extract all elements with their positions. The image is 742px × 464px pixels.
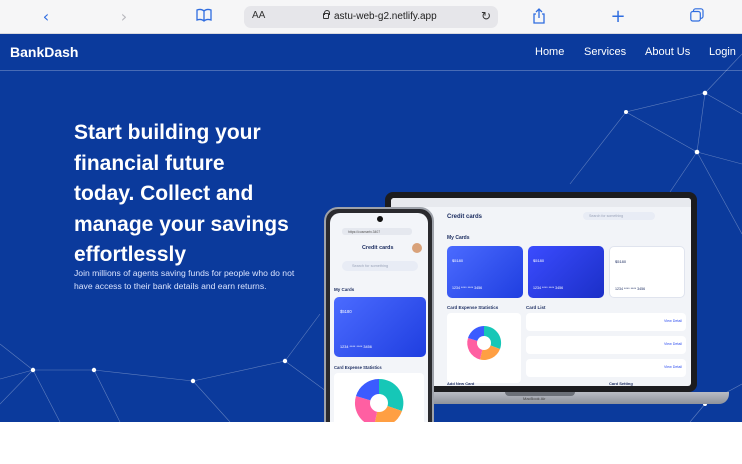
phone-avatar [412,243,422,253]
phone-pie-chart [354,378,404,422]
view-detail-link[interactable]: View Detail [664,319,682,323]
card-number: 1234 **** **** 3456 [452,286,483,290]
laptop-search: Search for something [583,212,655,220]
new-tab-icon[interactable]: + [609,8,627,26]
laptop-card-1: $5180 1234 **** **** 3456 [447,246,523,298]
laptop-card-list-row: View Detail [526,313,686,331]
headline-line: Start building your [74,121,261,144]
headline-line: manage your savings [74,212,289,236]
headline-line: today. Collect and [74,182,254,205]
phone-url-bar: https://cusmartv.3407 [342,228,412,235]
phone-camera [377,216,383,222]
card-number: 1234 **** **** 3456 [340,345,372,349]
hero-subtext: Join millions of agents saving funds for… [74,268,295,291]
nav-login[interactable]: Login [709,46,736,58]
tabs-overview-icon[interactable] [688,8,706,26]
phone-my-cards-label: My Cards [334,287,355,292]
lock-icon [323,10,330,19]
laptop-card-3: $5180 1234 **** **** 3456 [609,246,685,298]
phone-stats-title: Card Expense Statistics [334,365,382,370]
card-balance: $5180 [452,258,464,263]
headline-line: effortlessly [74,243,187,266]
card-number: 1234 **** **** 3456 [533,286,564,290]
view-detail-link[interactable]: View Detail [664,342,682,346]
hero-headline: Start building your financial future tod… [74,118,314,271]
phone-screen: https://cusmartv.3407 Credit cards Searc… [330,213,428,422]
laptop-card-list-row: View Detail [526,336,686,354]
laptop-my-cards-label: My Cards [447,235,470,241]
laptop-card-setting-title: Card Setting [609,381,633,386]
card-number: 1234 **** **** 3456 [615,287,646,291]
laptop-stats-panel [447,313,521,383]
laptop-pie-chart [467,325,502,361]
laptop-page-title: Credit cards [447,214,483,220]
phone-search: Search for something [342,261,418,271]
card-balance: $5180 [533,258,545,263]
forward-icon[interactable]: › [115,8,133,26]
laptop-card-list-title: Card List [526,305,546,310]
url-text: astu-web-g2.netlify.app [334,11,437,22]
brand-logo[interactable]: BankDash [10,44,78,60]
nav-about-us[interactable]: About Us [645,46,690,58]
site-navbar: BankDash Home Services About Us Login [0,34,742,71]
laptop-add-card-title: Add New Card [447,381,475,386]
laptop-browser-bar [391,198,691,207]
laptop-card-2: $5180 1234 **** **** 3456 [528,246,604,298]
phone-mockup: https://cusmartv.3407 Credit cards Searc… [324,207,434,422]
phone-stats-panel [334,373,424,422]
view-detail-link[interactable]: View Detail [664,365,682,369]
laptop-stats-title: Card Expense Statistics [447,305,499,310]
back-icon[interactable]: ‹ [37,8,55,26]
laptop-screen: Credit cards Search for something My Car… [391,198,691,386]
phone-page-title: Credit cards [362,245,394,251]
nav-home[interactable]: Home [535,46,564,58]
card-balance: $5180 [615,259,627,264]
hero-section: BankDash Home Services About Us Login St… [0,34,742,422]
browser-toolbar: ‹ › AA astu-web-g2.netlify.app ↻ + [0,0,742,34]
card-balance: $5180 [340,309,352,314]
nav-services[interactable]: Services [584,46,626,58]
bookmarks-icon[interactable] [195,8,213,26]
laptop-card-list-row: View Detail [526,359,686,377]
text-size-button[interactable]: AA [252,10,265,21]
headline-line: financial future [74,151,225,175]
laptop-model-label: MacBook Air [523,396,546,401]
address-bar[interactable]: AA astu-web-g2.netlify.app ↻ [244,6,498,28]
reload-icon[interactable]: ↻ [481,9,491,23]
share-icon[interactable] [530,8,548,26]
phone-card: $5180 1234 **** **** 3456 [334,297,426,357]
